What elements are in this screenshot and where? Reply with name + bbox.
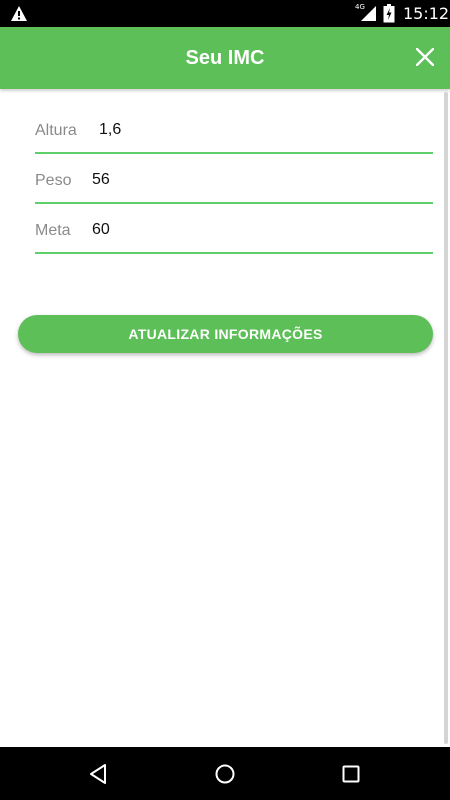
signal-icon [361, 6, 376, 21]
back-triangle-icon[interactable] [86, 761, 112, 787]
navigation-bar [0, 747, 450, 800]
meta-input[interactable] [92, 217, 392, 243]
peso-label: Peso [35, 172, 72, 189]
altura-label: Altura [35, 122, 77, 139]
close-button[interactable] [410, 42, 440, 72]
app-bar: Seu IMC [0, 27, 450, 89]
close-icon [416, 48, 434, 66]
warning-icon [11, 6, 27, 21]
scrollbar[interactable] [444, 92, 448, 744]
recents-square-icon[interactable] [338, 761, 364, 787]
meta-field: Meta [35, 204, 433, 254]
status-bar: 4G 15:12 [0, 0, 450, 27]
altura-input[interactable] [99, 117, 399, 143]
peso-field: Peso [35, 154, 433, 204]
screen: 4G 15:12 Seu IMC Altura Peso Meta [0, 0, 450, 800]
imc-form: Altura Peso Meta [35, 104, 433, 254]
update-info-button[interactable]: ATUALIZAR INFORMAÇÕES [18, 315, 433, 353]
page-title: Seu IMC [185, 47, 265, 69]
clock: 15:12 [403, 4, 450, 23]
peso-input[interactable] [92, 167, 392, 193]
meta-label: Meta [35, 222, 71, 239]
altura-field: Altura [35, 104, 433, 154]
home-circle-icon[interactable] [212, 761, 238, 787]
battery-charging-icon [383, 4, 395, 23]
